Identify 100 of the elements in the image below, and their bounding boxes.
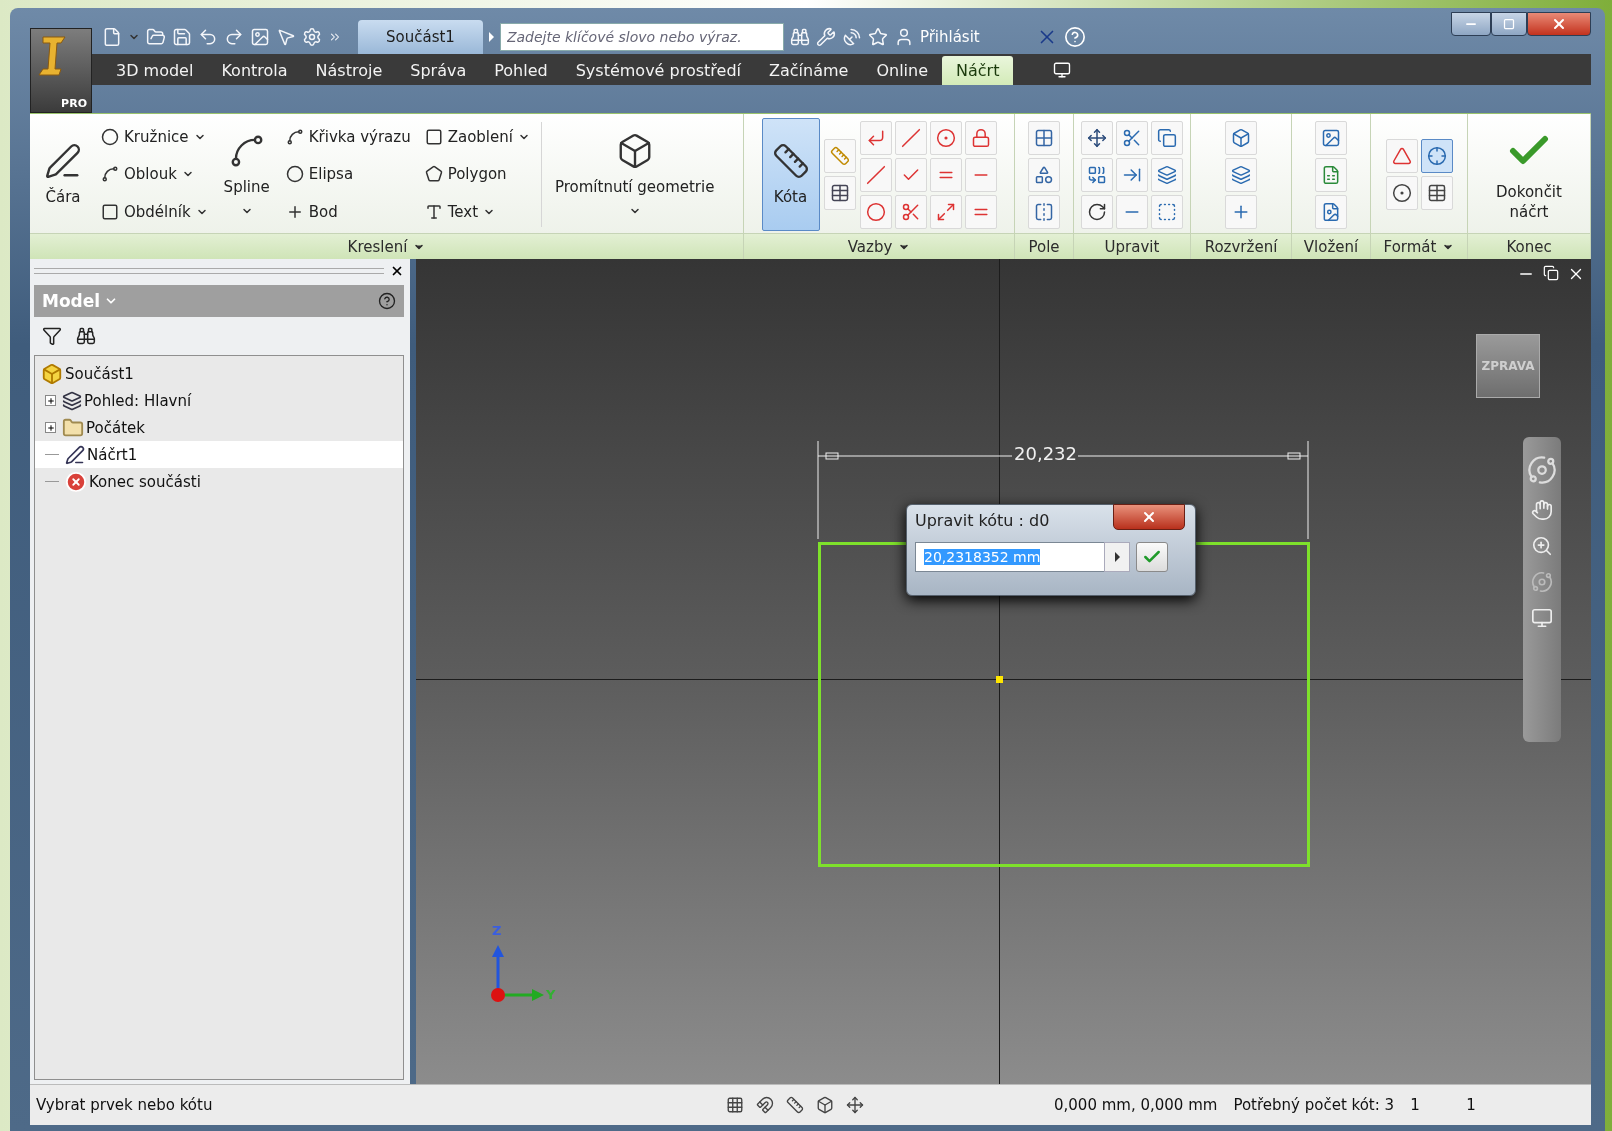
tree-item[interactable]: Náčrt1 — [87, 445, 138, 464]
panel-title[interactable]: Kreslení — [30, 233, 743, 259]
ribbon-tool-button[interactable]: Kružnice — [96, 124, 213, 149]
ribbon-tool-button[interactable]: Spline — [216, 118, 277, 231]
table-icon[interactable] — [829, 183, 850, 203]
offset-icon[interactable] — [1157, 201, 1177, 222]
ribbon-tab[interactable]: Online — [862, 56, 942, 85]
slash-icon[interactable] — [900, 127, 921, 148]
close-button[interactable] — [1527, 12, 1591, 36]
app-logo[interactable]: PRO — [30, 28, 92, 113]
ribbon-tool-button[interactable]: Promítnutí geometrie — [547, 118, 722, 231]
save-icon[interactable] — [172, 27, 192, 47]
image-icon[interactable] — [250, 27, 270, 47]
lock-icon[interactable] — [970, 127, 991, 148]
binoculars-icon[interactable] — [76, 326, 96, 346]
spreadsheet-icon[interactable] — [1321, 164, 1341, 185]
ribbon-tab[interactable]: Náčrt — [942, 56, 1014, 85]
mirror-icon[interactable] — [1034, 201, 1054, 222]
tree-item[interactable]: Pohled: Hlavní — [84, 391, 192, 410]
ribbon-tool-button[interactable]: Elipsa — [280, 162, 416, 187]
tree-item[interactable]: Konec součásti — [89, 472, 201, 491]
concentric-icon[interactable] — [935, 127, 956, 148]
ribbon-tab[interactable]: Správa — [396, 56, 481, 85]
satellite-dish-icon[interactable] — [841, 27, 862, 47]
filter-icon[interactable] — [42, 326, 62, 346]
restore-icon[interactable] — [1543, 265, 1559, 281]
center-point-icon[interactable] — [1391, 183, 1412, 203]
panel-title[interactable]: Vložení — [1292, 233, 1370, 259]
box-icon[interactable] — [816, 1096, 834, 1114]
minimize-button[interactable] — [1451, 12, 1491, 36]
more-icon[interactable] — [328, 30, 342, 44]
sketch-canvas[interactable]: 20,232 Upravit kótu : d0 20,2318352 mm ZPRAVA Z Y — [416, 259, 1591, 1084]
tree-item[interactable]: Součást1 — [65, 364, 134, 383]
search-field[interactable]: Zadejte klíčové slovo nebo výraz. — [499, 23, 784, 51]
confirm-button[interactable] — [1136, 542, 1168, 572]
tree-item[interactable]: Počátek — [86, 418, 145, 437]
scissors-icon[interactable] — [1122, 127, 1142, 148]
ribbon-tool-button[interactable]: Oblouk — [96, 162, 213, 187]
ribbon-tool-button[interactable]: Bod — [280, 200, 416, 225]
wrench-icon[interactable] — [815, 27, 836, 47]
ribbon-tool-button[interactable]: Kóta — [761, 118, 820, 231]
ribbon-tool-button[interactable]: Polygon — [419, 162, 535, 187]
dimension-value[interactable]: 20,232 — [1012, 443, 1079, 464]
hand-icon[interactable] — [1531, 499, 1553, 521]
copy-icon[interactable] — [1157, 127, 1177, 148]
panel-title[interactable]: Upravit — [1074, 233, 1190, 259]
layers-icon[interactable] — [1231, 164, 1251, 185]
expand-arrow-icon[interactable] — [488, 32, 494, 42]
ribbon-tool-button[interactable]: Čára — [34, 118, 92, 231]
move-icon[interactable] — [1087, 127, 1107, 148]
box-icon[interactable] — [1231, 127, 1251, 148]
undo-icon[interactable] — [198, 27, 218, 47]
ribbon-tool-button[interactable]: Text — [419, 200, 535, 225]
layers-icon[interactable] — [1157, 164, 1177, 185]
status-counter: 1 — [1409, 1096, 1421, 1114]
centerline-icon[interactable] — [1426, 146, 1447, 166]
maximize-button[interactable] — [1491, 12, 1527, 36]
gear-icon[interactable] — [302, 27, 322, 47]
file-image-icon[interactable] — [1321, 201, 1341, 222]
expand-toggle[interactable] — [45, 395, 56, 406]
panel-title[interactable]: Vazby — [744, 233, 1014, 259]
magnet-icon[interactable] — [756, 1096, 774, 1114]
shapes-icon[interactable] — [1034, 164, 1054, 185]
pointer-icon[interactable] — [276, 27, 296, 47]
new-file-icon[interactable] — [102, 27, 122, 47]
status-prompt: Vybrat prvek nebo kótu — [35, 1096, 214, 1114]
ribbon-tool-button[interactable]: Obdélník — [96, 200, 213, 225]
close-button[interactable] — [1113, 504, 1185, 530]
ribbon-tab[interactable]: Začínáme — [755, 56, 863, 85]
text-icon — [424, 203, 443, 222]
curve-icon — [285, 127, 304, 146]
folder-icon[interactable] — [146, 27, 166, 47]
ribbon-tab[interactable]: Pohled — [480, 56, 562, 85]
panel-title[interactable]: Pole — [1015, 233, 1073, 259]
dimension-icon — [771, 141, 810, 180]
sign-in-link[interactable]: Přihlásit — [919, 28, 980, 46]
arrow-button[interactable] — [1104, 542, 1130, 572]
panel-title[interactable]: Konec — [1468, 233, 1590, 259]
close-icon[interactable] — [390, 264, 404, 278]
redo-icon[interactable] — [224, 27, 244, 47]
zoom-icon[interactable] — [1531, 535, 1553, 557]
image-icon[interactable] — [1321, 127, 1341, 148]
panel-title[interactable]: Formát — [1371, 233, 1467, 259]
maximize-icon — [1503, 18, 1515, 30]
grid-icon[interactable] — [1034, 127, 1054, 148]
help-icon[interactable] — [378, 292, 396, 310]
display-icon[interactable] — [1053, 60, 1072, 79]
ribbon-tab[interactable]: Nástroje — [301, 56, 397, 85]
ribbon-tab[interactable]: Kontrola — [207, 56, 302, 85]
move-icon[interactable] — [846, 1096, 864, 1114]
expand-toggle[interactable] — [45, 422, 56, 433]
ribbon-tool-button[interactable]: Zaoblení — [419, 124, 535, 149]
ribbon-tab[interactable]: 3D model — [102, 56, 208, 85]
panel-title[interactable]: Rozvržení — [1191, 233, 1291, 259]
ribbon-tool-button[interactable]: Křivka výrazu — [280, 124, 416, 149]
star-icon[interactable] — [867, 27, 888, 47]
ribbon-tab[interactable]: Systémové prostředí — [561, 56, 755, 85]
rotate-icon[interactable] — [1087, 201, 1107, 222]
ruler-icon[interactable] — [786, 1096, 804, 1114]
grid-icon[interactable] — [726, 1096, 744, 1114]
